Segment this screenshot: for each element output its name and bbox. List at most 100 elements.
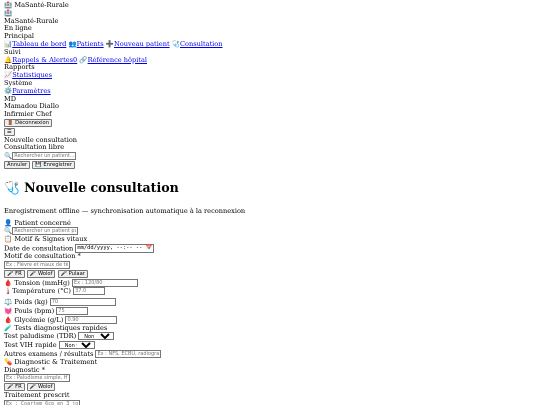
nav-suivi-links: 🔔Rappels & Alertes0 🔗Référence hôpital bbox=[4, 56, 540, 65]
logout-row: 🚪 Déconnexion bbox=[4, 118, 540, 128]
date-label: Date de consultation bbox=[4, 244, 74, 253]
thermometer-icon: 🌡️ bbox=[4, 287, 13, 296]
pulse-row: 💓 Pouls (bpm) bbox=[4, 307, 540, 316]
tension-label: Tension (mmHg) bbox=[14, 278, 70, 287]
topbar-actions: Annuler 💾 Enregistrer bbox=[4, 160, 540, 170]
reminders-count-badge: 0 bbox=[73, 55, 78, 64]
hospital-icon: 🏥 bbox=[4, 8, 13, 17]
topbar-search-input[interactable] bbox=[12, 152, 77, 161]
nav-item-consultation[interactable]: 🩺Consultation bbox=[172, 40, 223, 48]
weight-input[interactable] bbox=[49, 298, 116, 307]
stethoscope-icon: 🩺 bbox=[4, 179, 20, 195]
temperature-input[interactable] bbox=[73, 287, 106, 296]
tests-section-heading: 🧪 Tests diagnostiques rapides bbox=[4, 323, 108, 332]
user-name: Mamadou Diallo bbox=[4, 102, 59, 111]
menu-toggle-button[interactable]: ☰ bbox=[4, 127, 15, 136]
brand-name-secondary: MaSanté-Rurale bbox=[4, 16, 59, 25]
microphone-icon: 🎤 bbox=[29, 270, 37, 277]
nav-rapports-links: 📈Statistiques bbox=[4, 71, 540, 80]
page-title: 🩺 Nouvelle consultation bbox=[4, 179, 179, 195]
avatar: MD bbox=[4, 94, 17, 103]
nav-item-reminders[interactable]: 🔔Rappels & Alertes0 bbox=[4, 56, 77, 64]
logout-button[interactable]: 🚪 Déconnexion bbox=[4, 118, 52, 127]
treatment-label: Traitement prescrit bbox=[4, 390, 70, 399]
nav-item-settings[interactable]: ⚙️Paramètres bbox=[4, 87, 51, 95]
glycemia-input[interactable] bbox=[65, 315, 118, 324]
hiv-test-label: Test VIH rapide bbox=[4, 341, 57, 350]
date-field[interactable]: mm/dd/yyyy, --:-- -- 📅 bbox=[75, 243, 155, 253]
microphone-icon: 🎤 bbox=[7, 270, 14, 277]
nav-systeme-links: ⚙️Paramètres bbox=[4, 87, 540, 96]
calendar-icon: 📅 bbox=[145, 244, 153, 251]
treatment-input-row bbox=[4, 399, 540, 405]
tension-input[interactable] bbox=[71, 278, 138, 287]
nav-item-new-patient[interactable]: ➕Nouveau patient bbox=[106, 40, 170, 48]
connection-status: En ligne bbox=[4, 24, 32, 33]
temperature-label: Température (°C) bbox=[12, 287, 71, 296]
user-role: Infirmier Chef bbox=[4, 110, 52, 119]
hiv-test-row: Test VIH rapide Non fait bbox=[4, 341, 540, 350]
diagnostic-section-heading: 💊 Diagnostic & Traitement bbox=[4, 357, 98, 366]
pulse-input[interactable] bbox=[56, 307, 89, 315]
patient-section-heading: 👤 Patient concerné bbox=[4, 218, 71, 227]
tension-row: 🩸 Tension (mmHg) bbox=[4, 278, 540, 288]
voice-pulaar-button[interactable]: 🎤 Pulaar bbox=[57, 269, 88, 278]
topbar-title: Nouvelle consultation bbox=[4, 135, 78, 144]
patient-search-input[interactable] bbox=[12, 227, 79, 236]
hiv-test-select[interactable]: Non fait bbox=[58, 341, 95, 350]
nav-item-dashboard[interactable]: 📊Tableau de bord bbox=[4, 40, 66, 48]
malaria-test-select[interactable]: Non fait bbox=[78, 332, 115, 341]
voice-fr-button[interactable]: 🎤 FR bbox=[4, 269, 25, 278]
scale-icon: ⚖️ bbox=[4, 298, 13, 307]
weight-row: ⚖️ Poids (kg) bbox=[4, 298, 540, 307]
voice-wolof-button[interactable]: 🎤 Wolof bbox=[26, 269, 56, 278]
save-button[interactable]: 💾 Enregistrer bbox=[32, 160, 76, 169]
motif-section-heading: 📋 Motif & Signes vitaux bbox=[4, 235, 88, 244]
search-icon: 🔍 bbox=[4, 152, 13, 161]
diagnostic-voice-wolof-button[interactable]: 🎤 Wolof bbox=[26, 383, 56, 392]
motif-input[interactable] bbox=[4, 261, 70, 270]
test-tube-icon: 🧪 bbox=[4, 323, 13, 332]
offline-note: Enregistrement offline — synchronisation… bbox=[4, 206, 246, 215]
users-icon: 👥 bbox=[68, 39, 77, 48]
hamburger-icon: ☰ bbox=[7, 128, 12, 135]
date-row: Date de consultation mm/dd/yyyy, --:-- -… bbox=[4, 243, 540, 253]
nav-section-systeme: Système bbox=[4, 78, 33, 87]
treatment-input[interactable] bbox=[4, 399, 80, 405]
brand-header: 🏥 MaSanté-Rurale bbox=[4, 1, 540, 10]
clipboard-icon: 📋 bbox=[4, 235, 13, 244]
brand-name: MaSanté-Rurale bbox=[14, 1, 69, 9]
nav-item-referral[interactable]: 🔗Référence hôpital bbox=[79, 56, 147, 64]
floppy-disk-icon: 💾 bbox=[35, 161, 42, 168]
stethoscope-icon: 🩺 bbox=[171, 39, 180, 48]
door-icon: 🚪 bbox=[7, 119, 14, 126]
glycemia-label: Glycémie (g/L) bbox=[14, 315, 64, 324]
motif-input-row bbox=[4, 261, 540, 270]
menu-row: ☰ bbox=[4, 127, 540, 137]
diagnostic-voice-buttons: 🎤 FR 🎤 Wolof bbox=[4, 383, 540, 392]
other-exams-label: Autres examens / résultats bbox=[4, 349, 94, 358]
diagnostic-input-row bbox=[4, 374, 540, 383]
cancel-button[interactable]: Annuler bbox=[4, 160, 31, 169]
microphone-icon: 🎤 bbox=[60, 270, 67, 277]
malaria-test-label: Test paludisme (TDR) bbox=[4, 332, 77, 341]
pulse-label: Pouls (bpm) bbox=[14, 307, 55, 315]
heartbeat-icon: 💓 bbox=[4, 307, 13, 315]
microphone-icon: 🎤 bbox=[7, 384, 14, 391]
malaria-test-row: Test paludisme (TDR) Non fait bbox=[4, 332, 540, 341]
topbar-search: 🔍 bbox=[4, 152, 540, 161]
motif-voice-buttons: 🎤 FR 🎤 Wolof 🎤 Pulaar bbox=[4, 269, 540, 279]
other-exams-input[interactable] bbox=[95, 349, 162, 358]
topbar-subtitle: Consultation libre bbox=[4, 143, 65, 152]
motif-label: Motif de consultation * bbox=[4, 252, 81, 261]
nav-principal-links: 📊Tableau de bord 👥Patients ➕Nouveau pati… bbox=[4, 40, 540, 49]
nav-item-patients[interactable]: 👥Patients bbox=[68, 40, 103, 48]
diagnostic-voice-fr-button[interactable]: 🎤 FR bbox=[4, 383, 25, 392]
nav-section-rapports: Rapports bbox=[4, 63, 35, 72]
diagnostic-input[interactable] bbox=[4, 374, 70, 383]
microphone-icon: 🎤 bbox=[29, 384, 37, 391]
diagnostic-label: Diagnostic * bbox=[4, 365, 45, 374]
nav-item-statistics[interactable]: 📈Statistiques bbox=[4, 71, 52, 79]
plus-icon: ➕ bbox=[105, 39, 114, 48]
link-icon: 🔗 bbox=[79, 55, 88, 64]
